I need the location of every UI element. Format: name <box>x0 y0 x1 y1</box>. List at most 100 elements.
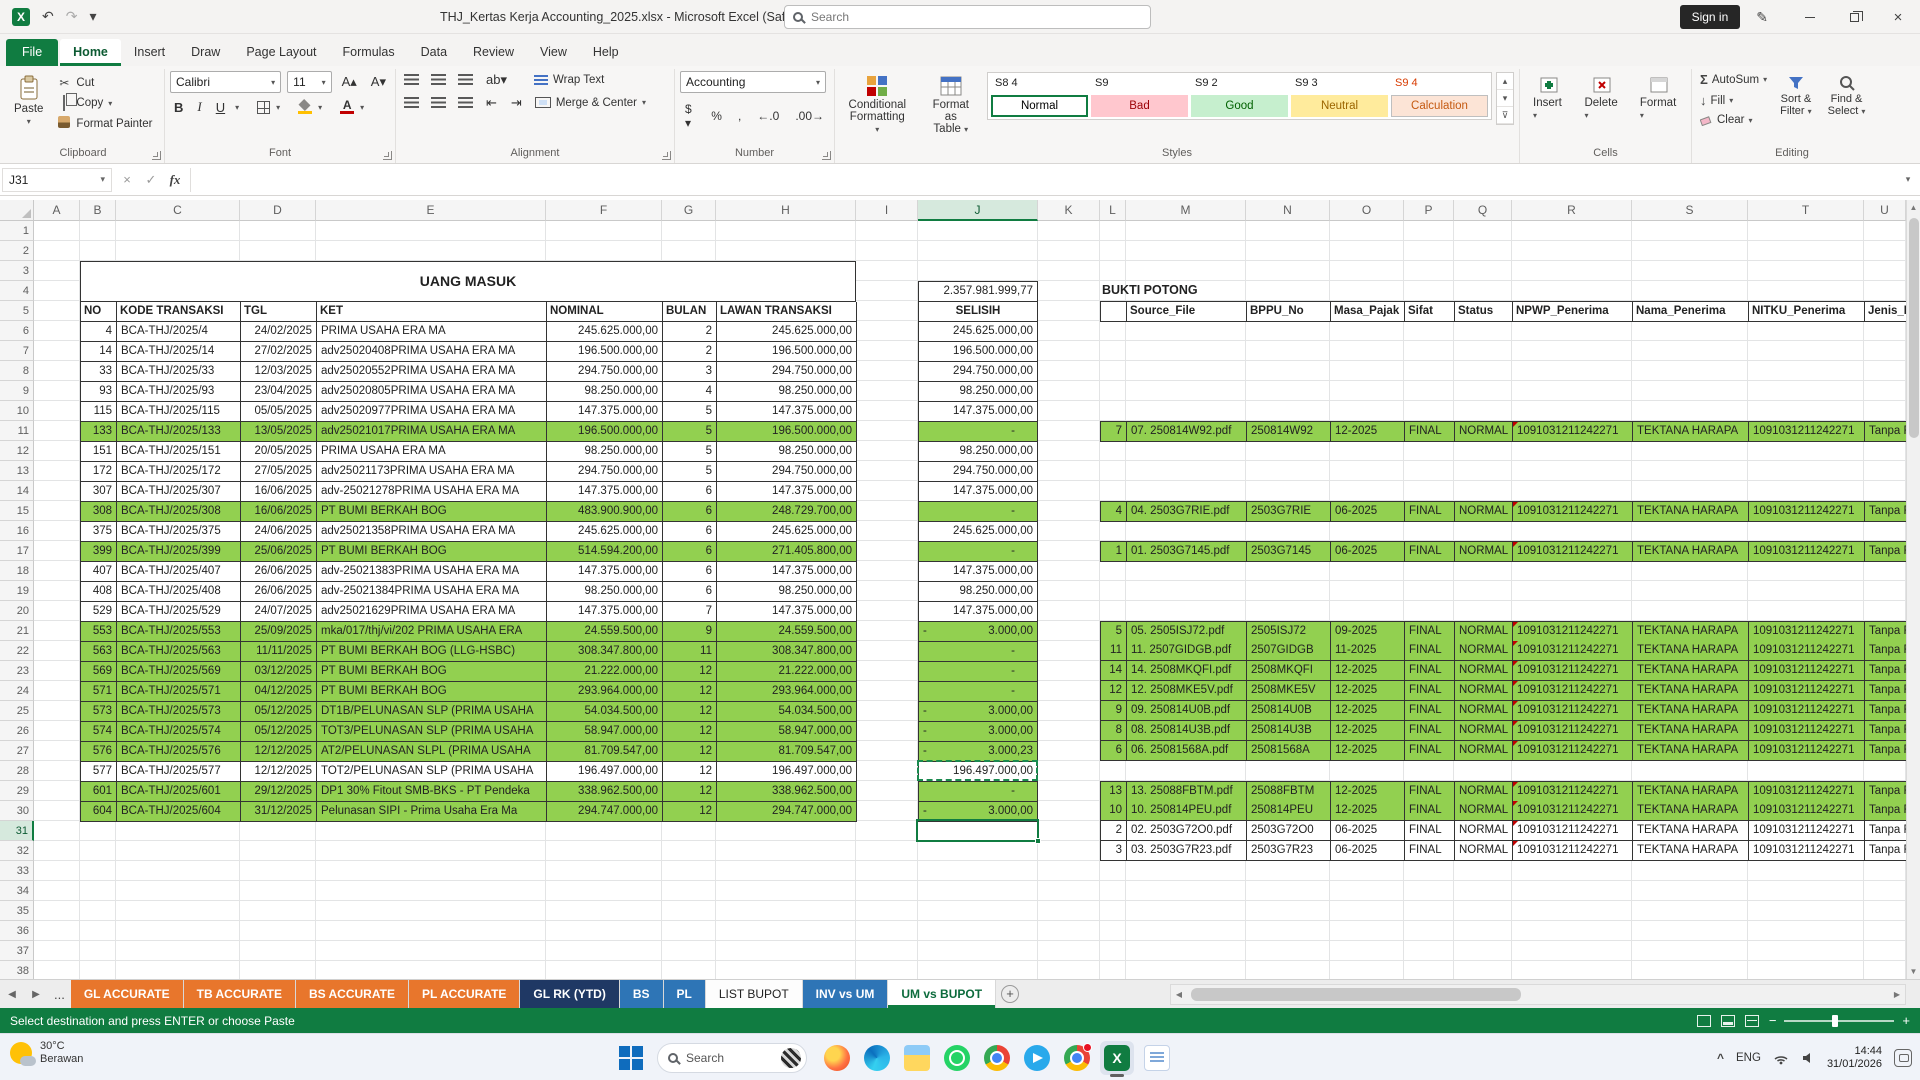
cell[interactable]: adv25020408PRIMA USAHA ERA MA <box>317 342 547 362</box>
chrome-icon[interactable] <box>980 1041 1014 1075</box>
row-header-37[interactable]: 37 <box>0 941 34 961</box>
cell[interactable]: 294.747.000,00 <box>547 802 663 822</box>
cell[interactable]: 1091031211242271 <box>1513 422 1633 442</box>
cell[interactable]: 05/12/2025 <box>241 702 317 722</box>
selisih-cell-10[interactable]: 147.375.000,00 <box>919 402 1038 422</box>
autosum-button[interactable]: ΣAutoSum▾ <box>1697 71 1770 88</box>
merge-center-button[interactable]: Merge & Center▾ <box>532 96 649 110</box>
borders-icon[interactable] <box>257 101 270 114</box>
cell[interactable]: 147.375.000,00 <box>547 402 663 422</box>
whatsapp-icon[interactable] <box>940 1041 974 1075</box>
cell[interactable]: 375 <box>81 522 117 542</box>
enter-icon[interactable]: ✓ <box>140 172 162 188</box>
percent-style-button[interactable]: % <box>706 107 727 125</box>
cell[interactable]: 308.347.800,00 <box>717 642 857 662</box>
italic-button[interactable]: I <box>193 99 205 115</box>
style-chip-calculation[interactable]: Calculation <box>1391 95 1488 117</box>
selisih-cell-13[interactable]: 294.750.000,00 <box>919 462 1038 482</box>
minimize-button[interactable] <box>1788 0 1832 34</box>
cell[interactable]: PRIMA USAHA ERA MA <box>317 322 547 342</box>
insert-function-icon[interactable]: fx <box>164 172 186 188</box>
cell[interactable]: FINAL <box>1405 422 1455 442</box>
row-header-22[interactable]: 22 <box>0 641 34 661</box>
cell[interactable]: FINAL <box>1405 801 1455 821</box>
cell[interactable]: 8 <box>1101 721 1127 741</box>
cell[interactable]: 54.034.500,00 <box>547 702 663 722</box>
scroll-down-icon[interactable]: ▼ <box>1907 964 1920 979</box>
cell[interactable]: BCA-THJ/2025/576 <box>117 742 241 762</box>
cell[interactable]: BCA-THJ/2025/574 <box>117 722 241 742</box>
pen-icon[interactable]: ✎ <box>1756 9 1768 26</box>
cell[interactable]: 11/11/2025 <box>241 642 317 662</box>
cell[interactable]: Tanpa F <box>1865 741 1906 761</box>
cell[interactable]: 07. 250814W92.pdf <box>1127 422 1247 442</box>
cell[interactable]: 27/02/2025 <box>241 342 317 362</box>
cell[interactable]: 2 <box>1101 821 1127 841</box>
column-header-E[interactable]: E <box>316 200 546 221</box>
sheet-nav-left-icon[interactable]: ◀ <box>0 980 24 1008</box>
cell[interactable]: NORMAL <box>1455 741 1513 761</box>
cell[interactable]: BCA-THJ/2025/375 <box>117 522 241 542</box>
cell[interactable]: 196.500.000,00 <box>717 342 857 362</box>
start-button[interactable] <box>618 1045 644 1071</box>
cell[interactable]: 23/04/2025 <box>241 382 317 402</box>
cell[interactable]: Tanpa F <box>1865 422 1906 442</box>
cell[interactable]: 7 <box>1101 422 1127 442</box>
cell[interactable]: NORMAL <box>1455 681 1513 701</box>
increase-font-button[interactable]: A▴ <box>338 74 361 90</box>
cell[interactable]: 09. 250814U0B.pdf <box>1127 701 1247 721</box>
cell[interactable]: 2505ISJ72 <box>1247 622 1331 642</box>
cell[interactable]: 12. 2508MKE5V.pdf <box>1127 681 1247 701</box>
orientation-button[interactable]: ab▾ <box>482 72 511 88</box>
cell[interactable]: 12 <box>663 662 717 682</box>
ribbon-tab-insert[interactable]: Insert <box>121 39 178 66</box>
cell[interactable]: adv-25021278PRIMA USAHA ERA MA <box>317 482 547 502</box>
font-color-icon[interactable]: A <box>340 100 354 114</box>
notification-center-icon[interactable] <box>1894 1049 1912 1067</box>
cell[interactable]: BCA-THJ/2025/529 <box>117 602 241 622</box>
cell[interactable]: FINAL <box>1405 782 1455 802</box>
horizontal-scroll-thumb[interactable] <box>1191 988 1521 1001</box>
cell[interactable]: TEKTANA HARAPA <box>1633 821 1749 841</box>
cell[interactable]: 307 <box>81 482 117 502</box>
custom-style-s9-2[interactable]: S9 2 <box>1191 75 1288 91</box>
selisih-total[interactable]: 2.357.981.999,77 <box>919 282 1038 302</box>
cell[interactable]: 04. 2503G7RIE.pdf <box>1127 502 1247 522</box>
wrap-text-button[interactable]: Wrap Text <box>531 73 607 87</box>
firefox-icon[interactable] <box>820 1041 854 1075</box>
cell[interactable]: 577 <box>81 762 117 782</box>
vertical-scroll-thumb[interactable] <box>1909 218 1919 438</box>
cell[interactable]: TEKTANA HARAPA <box>1633 622 1749 642</box>
cell[interactable]: 1091031211242271 <box>1749 801 1865 821</box>
ribbon-tab-data[interactable]: Data <box>408 39 460 66</box>
selisih-cell-25[interactable]: -3.000,00 <box>919 702 1038 722</box>
custom-style-s8-4[interactable]: S8 4 <box>991 75 1088 91</box>
sheet-tab-list-bupot[interactable]: LIST BUPOT <box>706 980 803 1008</box>
cell[interactable]: BCA-THJ/2025/33 <box>117 362 241 382</box>
cell[interactable]: BCA-THJ/2025/563 <box>117 642 241 662</box>
file-explorer-icon[interactable] <box>900 1041 934 1075</box>
copy-dropdown-icon[interactable]: ▾ <box>108 99 112 108</box>
cell[interactable]: BCA-THJ/2025/604 <box>117 802 241 822</box>
row-header-13[interactable]: 13 <box>0 461 34 481</box>
cell[interactable]: 21.222.000,00 <box>717 662 857 682</box>
cell[interactable]: 9 <box>1101 701 1127 721</box>
header-cell-nominal[interactable]: NOMINAL <box>547 302 663 322</box>
cell[interactable]: adv-25021383PRIMA USAHA ERA MA <box>317 562 547 582</box>
cell[interactable]: 5 <box>1101 622 1127 642</box>
row-header-15[interactable]: 15 <box>0 501 34 521</box>
cell[interactable]: NORMAL <box>1455 821 1513 841</box>
cell[interactable]: 338.962.500,00 <box>547 782 663 802</box>
cell[interactable]: 4 <box>663 382 717 402</box>
cell[interactable]: adv25020552PRIMA USAHA ERA MA <box>317 362 547 382</box>
cell[interactable]: BCA-THJ/2025/14 <box>117 342 241 362</box>
align-bottom-button[interactable] <box>455 71 476 88</box>
add-sheet-button[interactable]: + <box>996 980 1024 1008</box>
row-header-28[interactable]: 28 <box>0 761 34 781</box>
scroll-up-icon[interactable]: ▲ <box>1907 200 1920 215</box>
row-header-38[interactable]: 38 <box>0 961 34 979</box>
cell[interactable]: 271.405.800,00 <box>717 542 857 562</box>
cell[interactable]: 05. 2505ISJ72.pdf <box>1127 622 1247 642</box>
cell[interactable]: 6 <box>663 562 717 582</box>
cell[interactable]: 02. 2503G72O0.pdf <box>1127 821 1247 841</box>
